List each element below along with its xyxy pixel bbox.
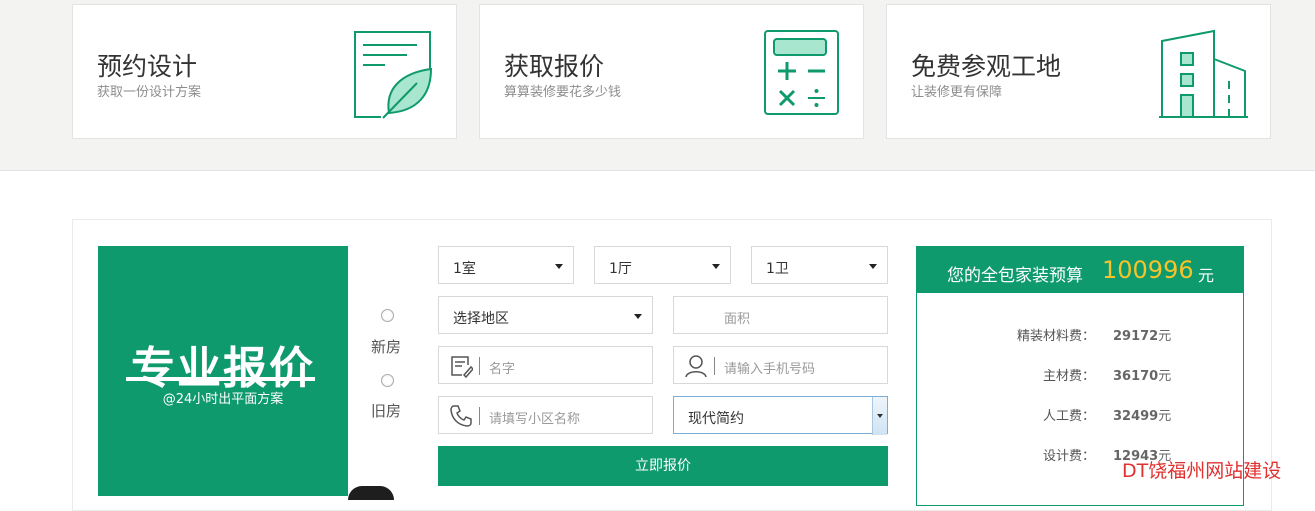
card-site-visit-subtitle: 让装修更有保障	[911, 85, 1003, 100]
field-separator	[479, 407, 480, 425]
bath-select-value: 1卫	[766, 261, 789, 277]
community-placeholder: 请填写小区名称	[489, 412, 581, 427]
get-quote-button[interactable]: 立即报价	[438, 446, 888, 486]
name-input[interactable]: 名字	[438, 346, 653, 384]
card-design-subtitle: 获取一份设计方案	[97, 85, 202, 100]
old-house-label: 旧房	[371, 402, 402, 420]
design-fee-label: 设计费：	[1042, 449, 1095, 464]
chevron-down-icon	[634, 314, 642, 319]
bath-select[interactable]: 1卫	[751, 246, 888, 284]
building-icon	[1159, 29, 1248, 118]
chevron-down-icon	[555, 264, 563, 269]
phone-placeholder: 请输入手机号码	[724, 362, 816, 377]
card-quote-title: 获取报价	[504, 52, 605, 81]
card-design[interactable]: 预约设计 获取一份设计方案	[72, 4, 457, 139]
card-design-title: 预约设计	[97, 52, 198, 81]
card-quote-subtitle: 算算装修要花多少钱	[504, 85, 622, 100]
style-select[interactable]: 现代简约	[673, 396, 888, 435]
new-house-label: 新房	[371, 338, 402, 356]
budget-unit: 元	[1198, 266, 1215, 285]
card-site-visit[interactable]: 免费参观工地 让装修更有保障	[886, 4, 1271, 139]
edit-form-icon	[451, 356, 473, 378]
banner-underline	[126, 377, 315, 381]
chevron-down-icon	[869, 264, 877, 269]
calculator-icon	[764, 30, 839, 115]
old-house-radio[interactable]	[381, 374, 394, 387]
budget-total: 100996	[1102, 256, 1194, 284]
area-placeholder: 面积	[724, 312, 751, 327]
card-quote[interactable]: 获取报价 算算装修要花多少钱	[479, 4, 864, 139]
region-select-value: 选择地区	[453, 311, 509, 327]
budget-label: 您的全包家装预算	[947, 266, 1083, 286]
banner-title: 专业报价	[131, 343, 315, 394]
room-select-value: 1室	[453, 261, 476, 277]
main-material-fee-value: 36170元	[1113, 369, 1172, 384]
chat-widget-edge[interactable]	[348, 486, 394, 500]
card-site-visit-title: 免费参观工地	[911, 52, 1062, 81]
user-icon	[685, 355, 707, 378]
style-select-value: 现代简约	[688, 411, 744, 427]
banner-subtitle: @24小时出平面方案	[162, 392, 284, 407]
field-separator	[714, 357, 715, 375]
style-dropdown-button[interactable]	[872, 397, 887, 435]
labor-fee-value: 32499元	[1113, 409, 1172, 424]
hall-select[interactable]: 1厅	[594, 246, 731, 284]
community-input[interactable]: 请填写小区名称	[438, 396, 653, 434]
labor-fee-label: 人工费：	[1042, 409, 1095, 424]
material-fee-value: 29172元	[1113, 329, 1172, 344]
chevron-down-icon	[712, 264, 720, 269]
watermark-text: DT饶福州网站建设	[1122, 460, 1282, 482]
new-house-radio[interactable]	[381, 309, 394, 322]
leaf-document-icon	[354, 31, 433, 119]
area-input[interactable]: 面积	[673, 296, 888, 334]
quote-banner: 专业报价 @24小时出平面方案	[98, 246, 348, 496]
name-placeholder: 名字	[489, 362, 516, 377]
phone-input[interactable]: 请输入手机号码	[673, 346, 888, 384]
hall-select-value: 1厅	[609, 261, 632, 277]
room-select[interactable]: 1室	[438, 246, 574, 284]
field-separator	[479, 357, 480, 375]
chevron-down-icon	[877, 414, 883, 418]
material-fee-label: 精装材料费：	[1016, 329, 1095, 344]
main-material-fee-label: 主材费：	[1042, 369, 1095, 384]
phone-icon	[450, 405, 472, 427]
region-select[interactable]: 选择地区	[438, 296, 653, 334]
budget-header: 您的全包家装预算 100996 元	[917, 247, 1243, 293]
